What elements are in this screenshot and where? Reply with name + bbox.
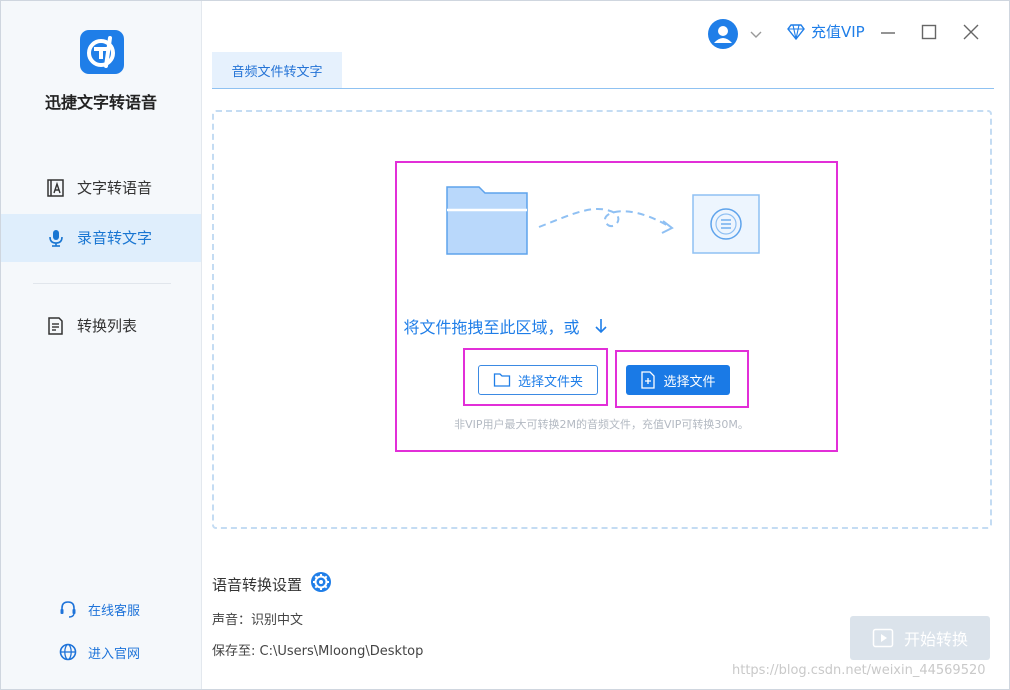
official-website-label: 进入官网: [88, 646, 141, 662]
start-conversion-label: 开始转换: [903, 630, 968, 649]
text-document-icon: [46, 178, 66, 198]
folder-icon: [446, 186, 528, 255]
settings-gear-button[interactable]: [310, 571, 332, 597]
add-file-icon: [641, 371, 656, 389]
recharge-vip-button[interactable]: 充值VIP: [787, 21, 865, 42]
settings-title-text: 语音转换设置: [212, 575, 303, 594]
sidebar: 迅捷文字转语音 文字转语音 录音转文字 转换列表 在线客服 进入官网: [1, 1, 202, 689]
gear-icon: [311, 572, 332, 592]
voice-setting: 声音：识别中文: [212, 609, 303, 628]
app-window: 迅捷文字转语音 文字转语音 录音转文字 转换列表 在线客服 进入官网 充值VIP…: [0, 0, 1010, 690]
start-conversion-button[interactable]: 开始转换: [850, 616, 990, 660]
app-name: 迅捷文字转语音: [44, 93, 157, 112]
maximize-icon: [921, 24, 937, 40]
user-avatar[interactable]: [708, 19, 738, 49]
folder-icon: [493, 373, 511, 387]
drop-prompt-text: 将文件拖拽至此区域，或: [403, 318, 580, 337]
dashed-arrow-path: [538, 207, 671, 228]
save-path-value[interactable]: C:\Users\Mloong\Desktop: [260, 644, 424, 659]
close-icon: [963, 24, 979, 40]
select-file-button[interactable]: 选择文件: [626, 365, 730, 395]
online-support-link[interactable]: 在线客服: [58, 598, 140, 620]
user-menu-chevron[interactable]: [748, 26, 764, 46]
tab-underline: [212, 88, 994, 89]
official-website-link[interactable]: 进入官网: [58, 641, 140, 663]
save-path-setting: 保存至: C:\Users\Mloong\Desktop: [212, 640, 423, 659]
maximize-button[interactable]: [920, 23, 938, 41]
recharge-vip-label: 充值VIP: [811, 23, 865, 41]
sidebar-item-label: 录音转文字: [77, 229, 153, 247]
online-support-label: 在线客服: [88, 603, 141, 619]
chevron-down-icon: [750, 31, 762, 38]
select-file-label: 选择文件: [663, 374, 716, 390]
tab-audio-to-text[interactable]: 音频文件转文字: [212, 52, 342, 88]
drop-prompt: 将文件拖拽至此区域，或: [1, 314, 1009, 338]
headset-icon: [60, 601, 76, 618]
user-icon: [714, 26, 732, 43]
globe-icon: [59, 643, 77, 661]
select-folder-button[interactable]: 选择文件夹: [478, 365, 598, 395]
microphone-icon: [46, 228, 66, 248]
app-logo: [80, 30, 124, 74]
save-path-label: 保存至:: [212, 644, 256, 659]
audio-file-icon: [692, 194, 760, 254]
minimize-button[interactable]: [879, 23, 897, 41]
sidebar-divider: [33, 283, 171, 284]
voice-value: 识别中文: [251, 613, 304, 628]
sidebar-item-text-to-speech[interactable]: 文字转语音: [1, 164, 201, 212]
voice-label: 声音：: [212, 613, 252, 628]
arrow-down-icon: [594, 319, 607, 334]
settings-title: 语音转换设置: [212, 571, 332, 597]
close-button[interactable]: [962, 23, 980, 41]
file-size-note: 非VIP用户最大可转换2M的音频文件，充值VIP可转换30M。: [454, 418, 749, 431]
upload-illustration: [446, 186, 760, 255]
sidebar-item-label: 文字转语音: [77, 179, 153, 197]
play-icon: [872, 628, 894, 648]
minimize-icon: [881, 32, 895, 34]
sidebar-item-speech-to-text[interactable]: 录音转文字: [1, 214, 201, 262]
select-folder-label: 选择文件夹: [517, 374, 583, 390]
diamond-icon: [787, 23, 805, 40]
watermark-text: https://blog.csdn.net/weixin_44569520: [732, 663, 986, 678]
